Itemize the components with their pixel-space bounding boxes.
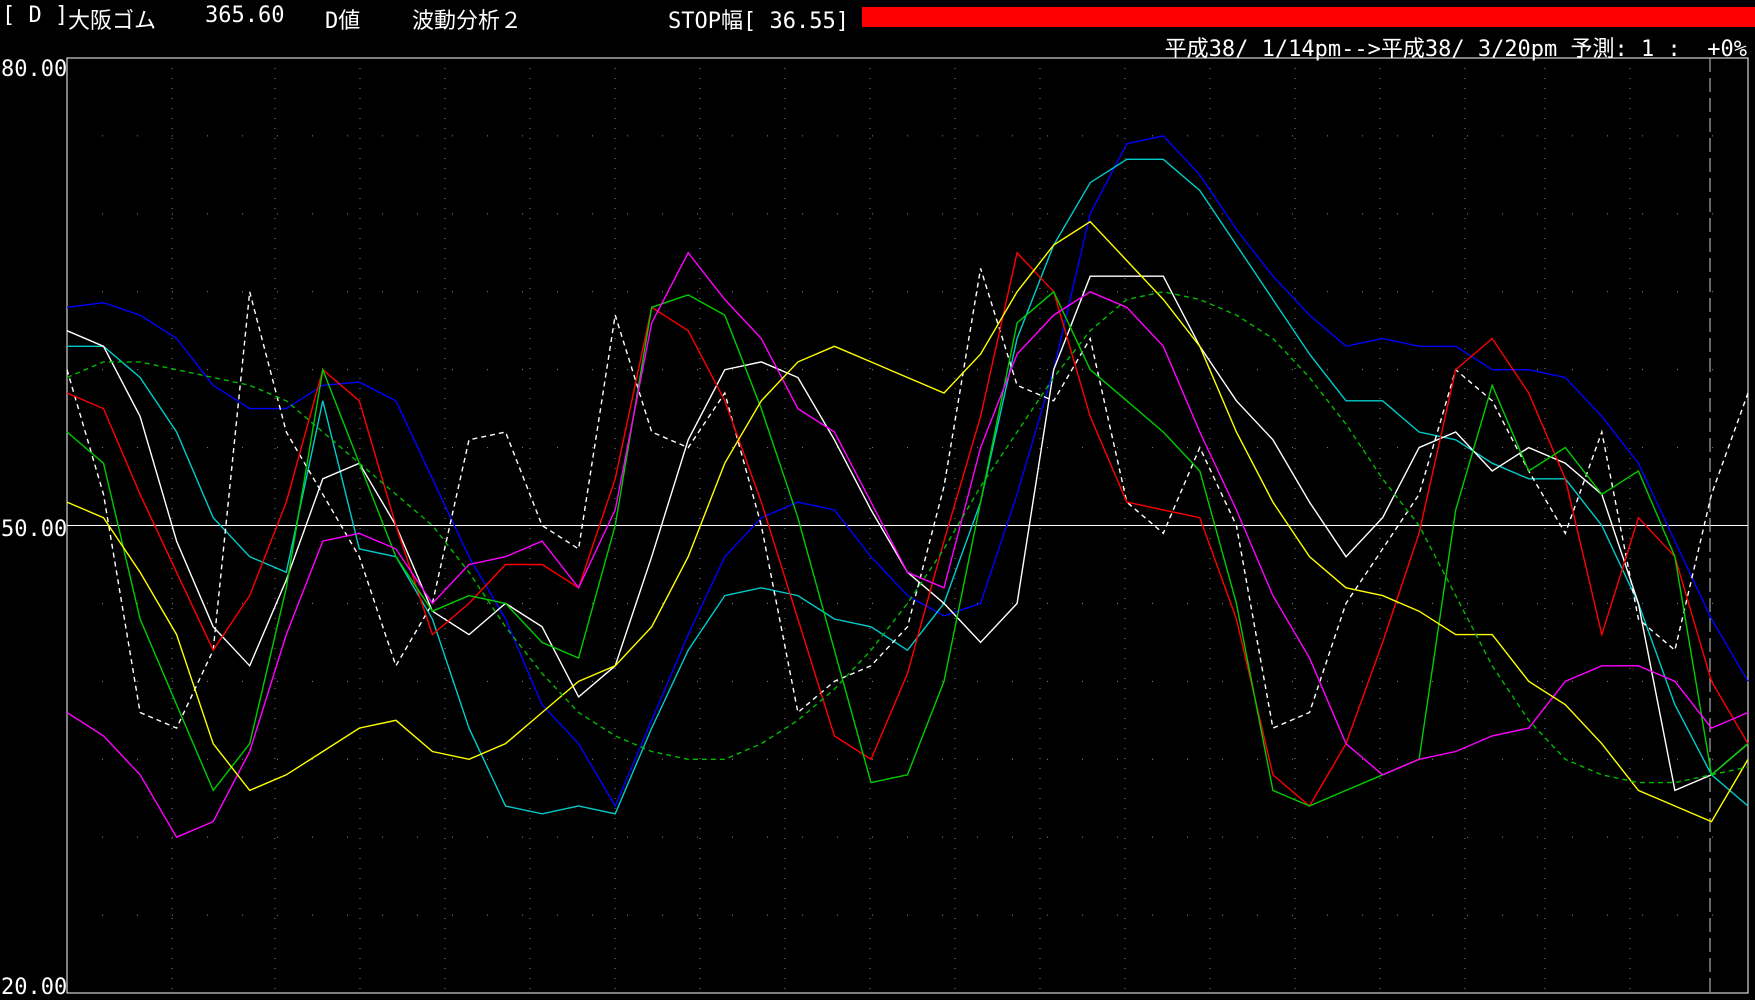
series-line-3 bbox=[66, 275, 1749, 792]
series-line-7 bbox=[66, 251, 1749, 839]
wave-analysis-chart: 80.00 50.00 20.00 bbox=[1, 57, 1749, 1000]
y-tick-bottom: 20.00 bbox=[1, 975, 67, 1000]
series-layer bbox=[66, 135, 1749, 839]
series-line-5 bbox=[66, 251, 1749, 808]
series-line-2 bbox=[67, 158, 1749, 815]
series-line-8 bbox=[66, 220, 1749, 823]
series-line-1 bbox=[66, 135, 1749, 808]
series-line-4 bbox=[66, 268, 1749, 730]
series-line-9 bbox=[66, 291, 1749, 784]
y-tick-top: 80.00 bbox=[1, 57, 67, 82]
y-tick-mid: 50.00 bbox=[1, 517, 67, 542]
